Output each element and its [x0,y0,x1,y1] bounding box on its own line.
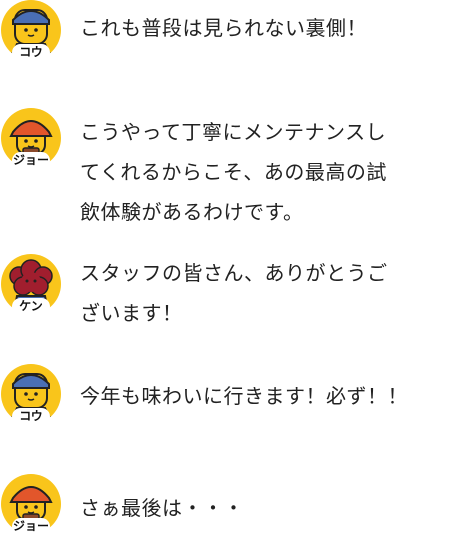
avatar-jo: ジョー [1,108,61,169]
message-text: これも普段は見られない裏側！ [80,16,367,40]
message-text: 今年も味わいに行きます！必ず！！ [80,384,408,408]
message-text: こうやって丁寧にメンテナンスし てくれるからこそ、あの最高の試 飲体験があるわけ… [80,120,387,224]
speaker-name: ジョー [12,518,50,535]
speaker-name: コウ [12,408,50,425]
avatar-kou: コウ [1,0,61,61]
message-text: さぁ最後は・・・ [80,496,244,520]
speaker-name: ジョー [12,152,50,169]
avatar-kou: コウ [1,364,61,425]
speaker-name: ケン [12,298,50,315]
avatar-jo: ジョー [1,474,61,535]
speaker-name: コウ [12,44,50,61]
message-text: スタッフの皆さん、ありがとうご ざいます！ [80,261,388,325]
avatar-ken: ケン [1,254,61,315]
